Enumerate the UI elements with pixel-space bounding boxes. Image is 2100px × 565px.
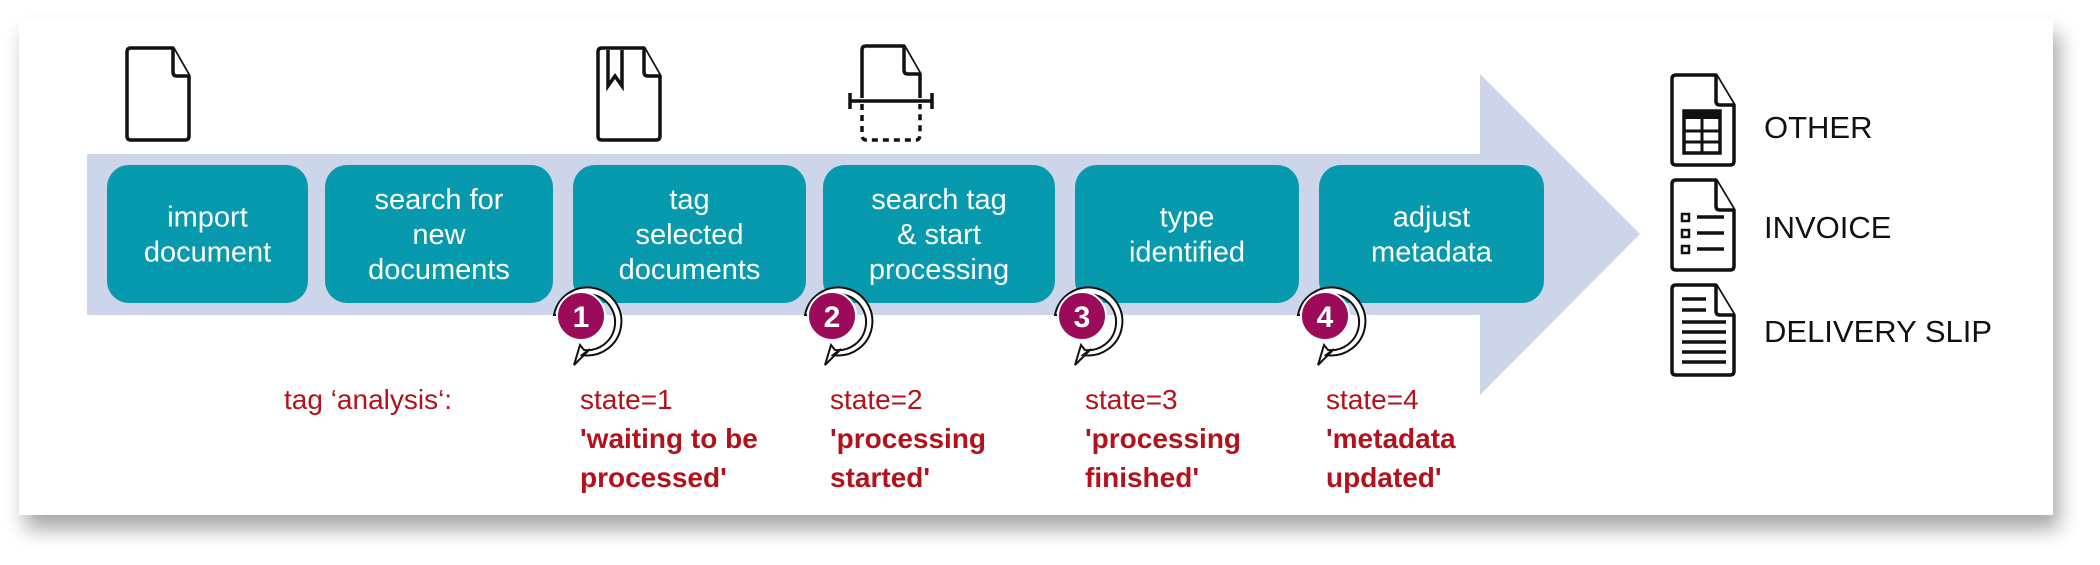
state-value: state=4	[1326, 384, 1419, 415]
table-document-icon	[1670, 73, 1736, 167]
step-box: search fornewdocuments	[325, 165, 553, 303]
step-label: search tag	[871, 184, 1006, 216]
step-box-bg	[1075, 165, 1299, 303]
state-name: processed'	[580, 462, 727, 493]
state-name: started'	[830, 462, 930, 493]
step-box: typeidentified	[1075, 165, 1299, 303]
state-name: 'metadata	[1326, 423, 1456, 454]
step-label: documents	[619, 254, 761, 286]
state-name: 'waiting to be	[580, 423, 758, 454]
badge-number: 4	[1317, 301, 1334, 334]
step-box: tagselecteddocuments	[573, 165, 806, 303]
step-label: selected	[635, 219, 743, 251]
step-label: processing	[869, 254, 1009, 286]
state-value: state=2	[830, 384, 923, 415]
state-name: 'processing	[830, 423, 986, 454]
step-label: documents	[368, 254, 510, 286]
doc-type-invoice: INVOICE	[1764, 210, 1891, 245]
badge-number: 1	[573, 301, 590, 334]
doc-type-other: OTHER	[1764, 110, 1873, 145]
state-value: state=3	[1085, 384, 1178, 415]
step-label: search for	[375, 184, 504, 216]
text-document-icon	[1670, 283, 1736, 377]
step-box: adjustmetadata	[1319, 165, 1544, 303]
workflow-diagram: importdocumentsearch fornewdocumentstags…	[19, 19, 2053, 515]
step-label: import	[167, 202, 248, 234]
badge-number: 2	[824, 301, 841, 334]
step-label: document	[144, 237, 271, 269]
step-box: importdocument	[107, 165, 308, 303]
step-box-bg	[107, 165, 308, 303]
step-label: type	[1160, 202, 1215, 234]
state-name: updated'	[1326, 462, 1442, 493]
state-name: finished'	[1085, 462, 1199, 493]
step-label: tag	[669, 184, 709, 216]
step-label: metadata	[1371, 237, 1493, 269]
doc-type-delivery-slip: DELIVERY SLIP	[1764, 314, 1992, 349]
step-box-bg	[1319, 165, 1544, 303]
step-box: search tag& startprocessing	[823, 165, 1055, 303]
step-label: identified	[1129, 237, 1245, 269]
tag-label: tag ‘analysis‘:	[284, 384, 452, 415]
step-label: & start	[897, 219, 981, 251]
bookmarked-document-icon	[596, 46, 662, 142]
document-icon	[125, 46, 191, 142]
state-name: 'processing	[1085, 423, 1241, 454]
state-value: state=1	[580, 384, 673, 415]
checklist-document-icon	[1670, 178, 1736, 272]
step-label: adjust	[1393, 202, 1470, 234]
step-label: new	[412, 219, 466, 251]
badge-number: 3	[1074, 301, 1091, 334]
